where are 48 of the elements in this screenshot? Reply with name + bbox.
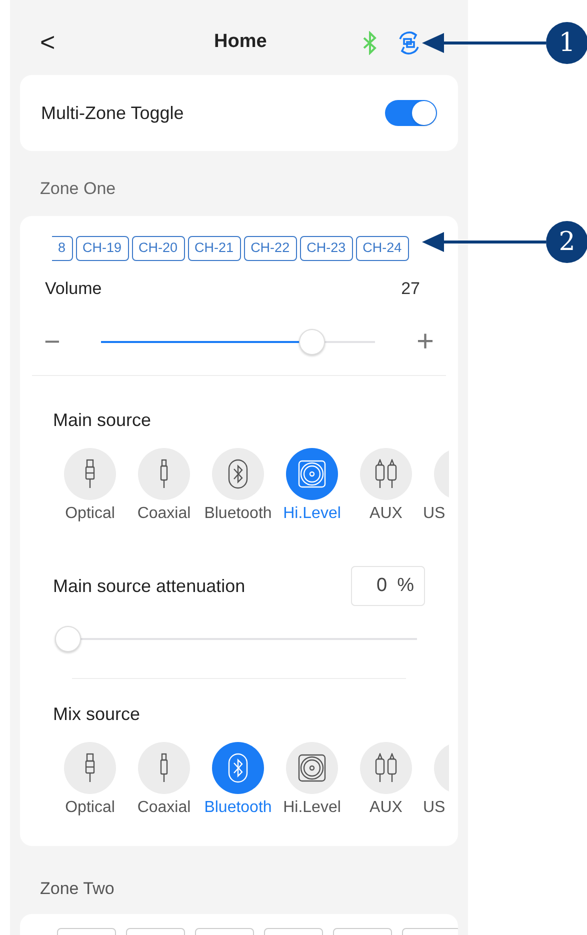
callout-number: 1 bbox=[546, 22, 587, 64]
source-option[interactable]: US bbox=[423, 742, 453, 820]
source-option[interactable]: Coaxial bbox=[127, 448, 201, 526]
back-button[interactable]: < bbox=[40, 23, 56, 62]
volume-label: Volume bbox=[45, 278, 102, 300]
percent-field[interactable]: 0 % bbox=[351, 566, 425, 606]
slider-thumb[interactable] bbox=[299, 329, 326, 355]
plug-icon bbox=[84, 459, 96, 489]
section-title: Main source bbox=[53, 409, 152, 432]
volume-value: 27 bbox=[401, 278, 420, 300]
speaker-icon bbox=[297, 459, 327, 489]
source-option[interactable]: Coaxial bbox=[127, 742, 201, 820]
source-option[interactable]: Hi.Level bbox=[275, 448, 349, 526]
source-option[interactable]: AUX bbox=[349, 448, 423, 526]
toggle-switch[interactable] bbox=[385, 100, 437, 126]
source-option[interactable]: Bluetooth bbox=[201, 448, 275, 526]
slider-thumb[interactable] bbox=[55, 626, 81, 652]
source-option[interactable]: Optical bbox=[53, 448, 127, 526]
speaker-icon bbox=[297, 753, 327, 783]
attenuation-label: Main source attenuation bbox=[53, 574, 246, 598]
channel-chip[interactable]: CH-22 bbox=[244, 236, 297, 260]
channel-chip[interactable]: CH-24 bbox=[356, 236, 409, 260]
rca-plugs-icon bbox=[374, 459, 398, 489]
plug-icon bbox=[158, 753, 170, 783]
source-option[interactable]: Bluetooth bbox=[201, 742, 275, 820]
source-option[interactable]: AUX bbox=[349, 742, 423, 820]
channel-chip[interactable]: 8 bbox=[52, 236, 73, 260]
plug-icon bbox=[158, 459, 170, 489]
source-option[interactable]: US bbox=[423, 448, 453, 526]
plug-icon bbox=[84, 753, 96, 783]
increase-button[interactable]: + bbox=[416, 327, 434, 357]
bluetooth-icon bbox=[228, 459, 248, 489]
section-header: Zone Two bbox=[40, 878, 116, 900]
page-title: Home bbox=[214, 30, 267, 54]
setting-label: Multi-Zone Toggle bbox=[41, 102, 184, 125]
channel-chip[interactable]: CH-21 bbox=[188, 236, 241, 260]
decrease-button[interactable]: − bbox=[44, 328, 60, 356]
channel-chip[interactable]: CH-19 bbox=[76, 236, 129, 260]
source-option[interactable]: Optical bbox=[53, 742, 127, 820]
section-header: Zone One bbox=[40, 178, 117, 200]
rca-plugs-icon bbox=[374, 753, 398, 783]
channel-chip[interactable]: CH-20 bbox=[132, 236, 185, 260]
source-option[interactable]: Hi.Level bbox=[275, 742, 349, 820]
bluetooth-icon bbox=[228, 753, 248, 783]
bluetooth-icon[interactable] bbox=[362, 30, 378, 54]
callout-number: 2 bbox=[546, 221, 587, 263]
section-title: Mix source bbox=[53, 703, 142, 726]
channel-chip[interactable]: CH-23 bbox=[300, 236, 353, 260]
